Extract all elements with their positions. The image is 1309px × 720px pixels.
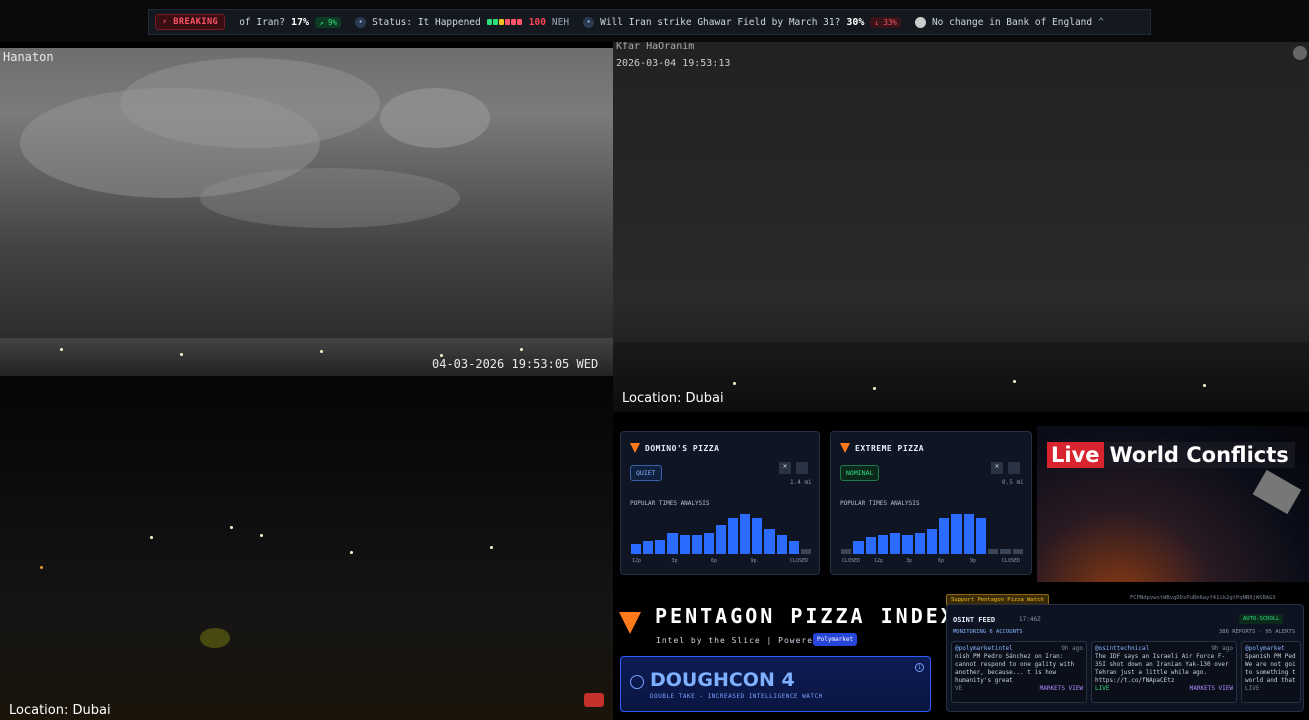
chart-bar xyxy=(926,528,938,554)
chart-bar xyxy=(877,535,889,554)
tick-label: 3p xyxy=(906,558,913,564)
chart-bar xyxy=(715,524,727,554)
market-icon: • xyxy=(583,16,595,28)
tick-label: 12p xyxy=(874,558,884,564)
chart-bar xyxy=(643,541,654,554)
camera-label: Kfar HaOranim xyxy=(616,42,695,52)
chart-bar xyxy=(655,540,666,554)
location-label: Location: Dubai xyxy=(622,391,724,406)
breaking-badge: ⚡ BREAKING xyxy=(155,14,226,30)
chart-bar xyxy=(841,548,852,554)
page-title: PENTAGON PIZZA INDEX xyxy=(655,604,956,628)
chart-bar xyxy=(631,543,642,554)
chart-bar xyxy=(963,514,974,554)
chart-bar xyxy=(890,533,901,554)
list-item[interactable]: @osinttechnical 9h ago The IDF says an I… xyxy=(1091,641,1237,703)
chart-bar xyxy=(939,518,950,554)
doughcon-level: DOUGHCON 4 DOUBLE TAKE - INCREASED INTEL… xyxy=(620,656,931,712)
chart-bar xyxy=(764,528,775,554)
satellite-icon xyxy=(1252,469,1302,515)
delta-badge: ↓ 33% xyxy=(870,16,901,28)
chart-bar xyxy=(914,533,925,554)
tick-label: 12p xyxy=(632,558,642,564)
tick-label: 9p xyxy=(970,558,977,564)
car-icon[interactable] xyxy=(796,462,808,474)
market-icon xyxy=(914,16,926,28)
wallet-address[interactable]: FCPNdpvwxtW8vgDDsPuBb6wyf41ik2gtPqNN9jWS… xyxy=(1130,595,1276,601)
tick-label: CLOSED xyxy=(1002,558,1021,564)
tick-label: 3p xyxy=(671,558,678,564)
list-item[interactable]: @polymarketintel 9h ago nish PM Pedro Sá… xyxy=(951,641,1087,703)
car-icon[interactable] xyxy=(1008,462,1020,474)
chart-bar xyxy=(1012,548,1023,554)
chart-bar xyxy=(853,541,864,554)
status-bars-icon xyxy=(486,17,523,28)
market-icon: • xyxy=(355,16,367,28)
extreme-pizza-card: EXTREME PIZZA NOMINAL ✕ 0.5 mi POPULAR T… xyxy=(830,431,1032,575)
chart-bar xyxy=(1000,548,1011,554)
camera-timestamp: 04-03-2026 19:53:05 WED xyxy=(432,357,599,371)
popular-times-chart xyxy=(840,512,1024,554)
chart-bar xyxy=(902,535,913,554)
ticker-item[interactable]: • Status: It Happened 100 NEH xyxy=(355,16,569,28)
status-badge: NOMINAL xyxy=(840,465,880,481)
info-icon[interactable]: i xyxy=(915,663,924,672)
youtube-icon[interactable] xyxy=(584,693,604,707)
ticker-item[interactable]: No change in Bank of England ^ xyxy=(914,16,1104,28)
chart-bar xyxy=(740,514,751,554)
chart-bar xyxy=(691,535,702,554)
chart-bar xyxy=(975,518,987,554)
camera-feed-kfar-haoranim[interactable]: Kfar HaOranim 2026-03-04 19:53:13 Locati… xyxy=(613,42,1309,412)
ticker-item[interactable]: of Iran? 17% ↗ 9% xyxy=(239,16,342,28)
auto-scroll-toggle[interactable]: AUTO-SCROLL xyxy=(1239,614,1284,624)
radar-icon xyxy=(630,675,644,689)
polymarket-link[interactable]: Polymarket xyxy=(813,633,858,646)
tick-label: 9p xyxy=(750,558,757,564)
dominos-card: DOMINO'S PIZZA QUIET ✕ 1.4 mi POPULAR TI… xyxy=(620,431,820,575)
tick-label: 6p xyxy=(938,558,945,564)
x-icon[interactable]: ✕ xyxy=(779,462,791,474)
list-item[interactable]: @polymarket Spanish PM Ped We are not go… xyxy=(1241,641,1301,703)
tick-label: CLOSED xyxy=(790,558,809,564)
news-ticker[interactable]: ⚡ BREAKING of Iran? 17% ↗ 9% • Status: I… xyxy=(148,9,1151,35)
ticker-item[interactable]: • Will Iran strike Ghawar Field by March… xyxy=(583,16,901,28)
location-label: Location: Dubai xyxy=(9,703,111,718)
chart-bar xyxy=(752,518,763,554)
camera-label: Hanaton xyxy=(3,50,54,64)
next-icon[interactable] xyxy=(1293,46,1307,60)
status-badge: QUIET xyxy=(630,465,662,481)
chart-bar xyxy=(988,548,999,554)
chart-bar xyxy=(800,548,811,554)
chevron-up-icon[interactable]: ^ xyxy=(1098,17,1104,28)
pizza-icon xyxy=(840,443,850,453)
popular-times-chart xyxy=(630,512,812,554)
chart-bar xyxy=(679,535,690,554)
chart-bar xyxy=(728,518,739,554)
chart-bar xyxy=(667,533,678,554)
camera-timestamp: 2026-03-04 19:53:13 xyxy=(616,58,731,69)
chart-bar xyxy=(703,533,714,554)
camera-feed-dubai[interactable]: Location: Dubai xyxy=(0,376,613,720)
chart-bar xyxy=(951,514,962,554)
camera-feed-hanaton[interactable]: Hanaton 04-03-2026 19:53:05 WED xyxy=(0,48,613,376)
live-world-conflicts-banner[interactable]: Live World Conflicts xyxy=(1037,426,1309,582)
x-icon[interactable]: ✕ xyxy=(991,462,1003,474)
pizza-icon xyxy=(630,443,640,453)
osint-feed: OSINT FEED 17:46Z MONITORING 6 ACCOUNTS … xyxy=(946,604,1304,712)
delta-badge: ↗ 9% xyxy=(315,16,342,28)
tick-label: CLOSED xyxy=(842,558,861,564)
tick-label: 6p xyxy=(711,558,718,564)
chart-bar xyxy=(776,535,787,554)
chart-bar xyxy=(865,537,876,554)
chart-bar xyxy=(788,541,799,554)
